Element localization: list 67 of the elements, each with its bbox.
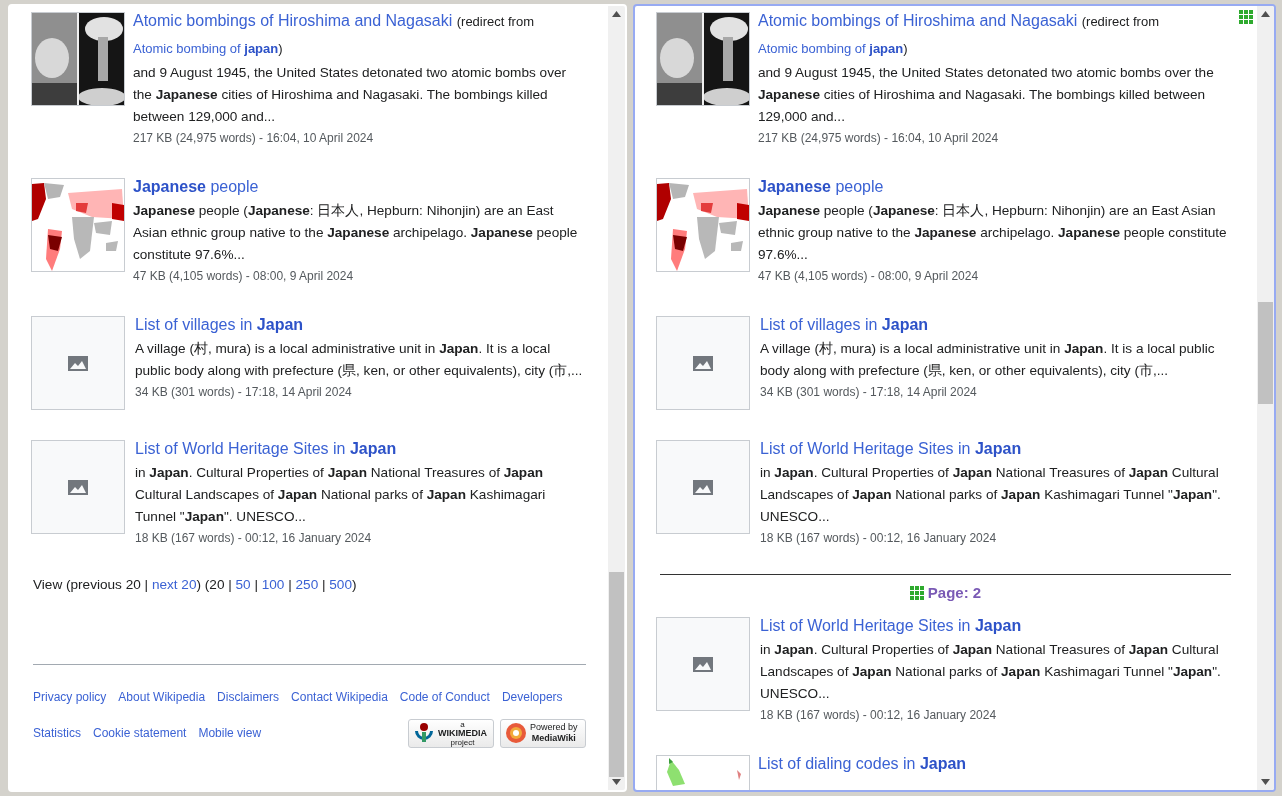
result-meta: 18 KB (167 words) - 00:12, 16 January 2024 [760, 530, 998, 547]
footer-link[interactable]: Disclaimers [217, 690, 280, 704]
image-icon [693, 355, 713, 371]
image-icon [693, 479, 713, 495]
result-meta: 47 KB (4,105 words) - 08:00, 9 April 2024 [133, 268, 355, 285]
wikimedia-badge[interactable]: a WIKIMEDIA project [408, 718, 494, 748]
result-title[interactable]: Japanese people [133, 178, 259, 195]
result-meta: 18 KB (167 words) - 00:12, 16 January 2024 [135, 530, 373, 547]
down-arrow-icon[interactable] [612, 779, 621, 785]
result-snippet: in Japan. Cultural Properties of Japan National Treasures of Japan Cultural Landscapes of Japan National parks of Japan Kashimagari Tunnel "Japan". UNESCO... [760, 641, 1222, 703]
result-snippet: A village (村, mura) is a local administrative unit in Japan. It is a local public body along with prefecture (県, ken, or other equivalents), city (市,... [760, 340, 1216, 380]
result-snippet: and 9 August 1945, the United States detonated two atomic bombs over the Japanese cities of Hiroshima and Nagasaki. The bombings killed between 129,000 and... [758, 64, 1215, 126]
result-heading: Atomic bombings of Hiroshima and Nagasaki (redirect from Atomic bombing of japan) [133, 11, 535, 58]
result-meta: 217 KB (24,975 words) - 16:04, 10 April 2024 [133, 130, 375, 147]
footer-link[interactable]: Cookie statement [93, 726, 187, 740]
scrollbar-thumb[interactable] [1258, 302, 1273, 404]
scrollbar-thumb[interactable] [609, 572, 624, 777]
image-icon [68, 479, 88, 495]
result-title[interactable]: List of World Heritage Sites in Japan [135, 440, 397, 457]
result-snippet: Japanese people (Japanese: 日本人, Hepburn: Nihonjin) are an East Asian ethnic group native to the Japanese archipelago. Japanese people constitute 97.6%... [133, 202, 579, 264]
sunflower-logo-icon [505, 722, 527, 744]
result-snippet: and 9 August 1945, the United States detonated two atomic bombs over the Japanese cities of Hiroshima and Nagasaki. The bombings killed between 129,000 and... [133, 64, 567, 126]
result-meta: 18 KB (167 words) - 00:12, 16 January 2024 [760, 707, 998, 724]
result-title[interactable]: Atomic bombings of Hiroshima and Nagasaki [758, 12, 1078, 29]
pager-link[interactable]: 50 [235, 577, 251, 592]
result-snippet: Japanese people (Japanese: 日本人, Hepburn: Nihonjin) are an East Asian ethnic group native to the Japanese archipelago. Japanese people constitute 97.6%... [758, 202, 1228, 264]
grid-icon [909, 585, 924, 600]
up-arrow-icon[interactable] [1261, 11, 1270, 17]
up-arrow-icon[interactable] [612, 11, 621, 17]
result-title[interactable]: List of dialing codes in Japan [758, 755, 967, 772]
redirect-link[interactable]: Atomic bombing of japan [133, 41, 279, 56]
footer-link[interactable]: Contact Wikipedia [291, 690, 388, 704]
mediawiki-badge[interactable]: Powered by MediaWiki [500, 718, 586, 748]
result-meta: 34 KB (301 words) - 17:18, 14 April 2024 [135, 384, 353, 401]
down-arrow-icon[interactable] [1261, 779, 1270, 785]
result-snippet: A village (村, mura) is a local administrative unit in Japan. It is a local public body along with prefecture (県, ken, or other equivalents), city (市,... [135, 340, 584, 380]
scrollbar[interactable] [1257, 6, 1274, 790]
result-title[interactable]: List of villages in Japan [760, 316, 929, 333]
pager-text: View (previous 20 | next 20) (20 | 50 | 100 | 250 | 500) [33, 577, 357, 592]
footer-link[interactable]: Code of Conduct [399, 690, 490, 704]
pager-link[interactable]: 100 [261, 577, 285, 592]
footer-link[interactable]: Developers [501, 690, 563, 704]
footer-link[interactable]: Mobile view [198, 726, 262, 740]
result-title[interactable]: List of World Heritage Sites in Japan [760, 617, 1022, 634]
page-label: Page: 2 [927, 584, 982, 601]
scrollbar[interactable] [608, 6, 625, 790]
result-meta: 47 KB (4,105 words) - 08:00, 9 April 2024 [758, 268, 980, 285]
pager-link[interactable]: next 20 [151, 577, 197, 592]
result-snippet: in Japan. Cultural Properties of Japan National Treasures of Japan Cultural Landscapes of Japan National parks of Japan Kashimagari Tunnel "Japan". UNESCO... [135, 464, 547, 526]
result-snippet: in Japan. Cultural Properties of Japan National Treasures of Japan Cultural Landscapes of Japan National parks of Japan Kashimagari Tunnel "Japan". UNESCO... [760, 464, 1222, 526]
pager-link[interactable]: 500 [329, 577, 352, 592]
wikimedia-logo-icon [413, 722, 435, 744]
pager-link[interactable]: 250 [295, 577, 319, 592]
image-icon [68, 355, 88, 371]
result-meta: 217 KB (24,975 words) - 16:04, 10 April 2024 [758, 130, 1000, 147]
grid-icon[interactable] [1239, 10, 1253, 24]
footer-link[interactable]: Statistics [33, 726, 81, 740]
result-meta: 34 KB (301 words) - 17:18, 14 April 2024 [760, 384, 978, 401]
image-icon [693, 656, 713, 672]
result-title[interactable]: List of villages in Japan [135, 316, 304, 333]
result-title[interactable]: Japanese people [758, 178, 884, 195]
result-heading: Atomic bombings of Hiroshima and Nagasaki (redirect from Atomic bombing of japan) [758, 11, 1160, 58]
redirect-link[interactable]: Atomic bombing of japan [758, 41, 904, 56]
footer-link[interactable]: About Wikipedia [118, 690, 206, 704]
footer-link[interactable]: Privacy policy [33, 690, 107, 704]
result-title[interactable]: List of World Heritage Sites in Japan [760, 440, 1022, 457]
result-title[interactable]: Atomic bombings of Hiroshima and Nagasaki [133, 12, 453, 29]
